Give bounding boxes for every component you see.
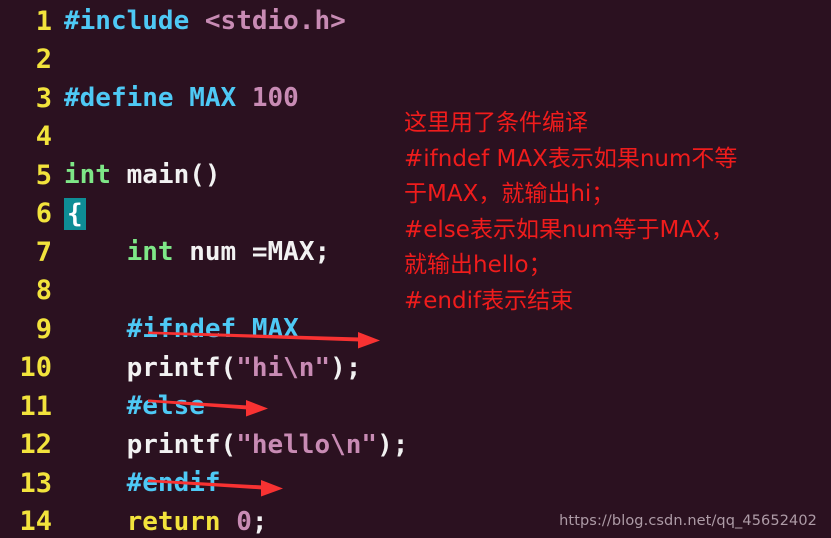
token-kw: return xyxy=(126,506,221,537)
line-number-9: 9 xyxy=(35,313,52,345)
token-plain: main() xyxy=(110,160,221,191)
annotation-line-6: #endif表示结束 xyxy=(404,287,574,314)
line-number-1: 1 xyxy=(35,5,52,37)
code-text-10[interactable]: printf("hi\n"); xyxy=(52,355,831,381)
annotation-text-block: 这里用了条件编译 #ifndef MAX表示如果num不等 于MAX，就输出hi； #… xyxy=(404,106,828,319)
token-pre: #endif xyxy=(126,468,221,499)
line-number-3: 3 xyxy=(35,82,52,114)
code-text-9[interactable]: #ifndef MAX xyxy=(52,316,831,342)
line-number-8: 8 xyxy=(35,275,52,307)
code-line-12[interactable]: 12 printf("hello\n"); xyxy=(0,426,831,465)
watermark-url: https://blog.csdn.net/qq_45652402 xyxy=(559,513,817,529)
token-pre: #else xyxy=(126,391,205,422)
token-pre: #ifndef MAX xyxy=(126,314,299,345)
token-plain: ); xyxy=(330,352,362,383)
token-plain: ); xyxy=(377,429,409,460)
line-number-5: 5 xyxy=(35,159,52,191)
token-str: "hello\n" xyxy=(236,429,378,460)
code-text-11[interactable]: #else xyxy=(52,393,831,419)
token-plain: printf( xyxy=(64,429,237,460)
screenshot-root: 1 #include <stdio.h> 2 3 #define MAX 100 4 5 in… xyxy=(0,0,831,538)
line-number-2: 2 xyxy=(35,44,52,76)
annotation-line-3: 于MAX，就输出hi； xyxy=(404,181,615,207)
token-brace-hl: { xyxy=(64,197,86,230)
code-line-11[interactable]: 11 #else xyxy=(0,387,831,426)
token-plain: num =MAX; xyxy=(173,237,331,268)
line-number-4: 4 xyxy=(35,121,52,153)
token-str: "hi\n" xyxy=(236,352,331,383)
code-text-12[interactable]: printf("hello\n"); xyxy=(52,432,831,458)
line-number-6: 6 xyxy=(35,198,52,230)
token-type: int xyxy=(64,160,111,191)
line-number-11: 11 xyxy=(19,390,52,422)
token-plain: printf( xyxy=(64,352,237,383)
annotation-line-1: 这里用了条件编译 xyxy=(404,110,588,136)
token-str: <stdio.h> xyxy=(204,6,346,37)
line-number-12: 12 xyxy=(19,429,52,461)
token-str: 0 xyxy=(236,506,252,537)
token-plain: ; xyxy=(251,506,268,537)
code-line-1[interactable]: 1 #include <stdio.h> xyxy=(0,2,831,41)
code-text-1[interactable]: #include <stdio.h> xyxy=(52,8,831,34)
code-line-10[interactable]: 10 printf("hi\n"); xyxy=(0,349,831,388)
token-type: int xyxy=(126,237,174,268)
annotation-line-2: #ifndef MAX表示如果num不等 xyxy=(404,145,738,172)
token-str: 100 xyxy=(251,83,299,114)
line-number-7: 7 xyxy=(35,236,52,268)
line-number-14: 14 xyxy=(19,506,52,538)
code-line-2[interactable]: 2 xyxy=(0,41,831,80)
annotation-line-4: #else表示如果num等于MAX， xyxy=(404,216,734,243)
code-text-13[interactable]: #endif xyxy=(52,470,831,496)
annotation-line-5: 就输出hello； xyxy=(404,252,552,278)
code-line-13[interactable]: 13 #endif xyxy=(0,464,831,503)
line-number-10: 10 xyxy=(19,352,52,384)
token-pre: #include xyxy=(64,6,205,37)
line-number-13: 13 xyxy=(19,467,52,499)
token-pre: #define MAX xyxy=(64,83,252,114)
